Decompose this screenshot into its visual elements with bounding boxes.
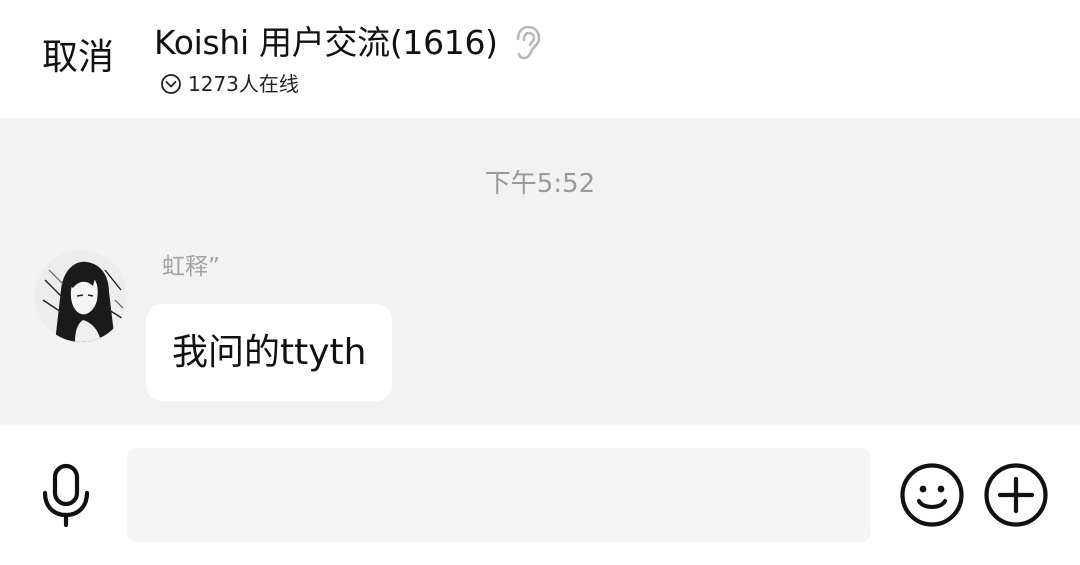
cancel-button[interactable]: 取消 bbox=[42, 36, 114, 80]
group-title[interactable]: Koishi 用户交流(1616) bbox=[154, 21, 498, 65]
online-count: 1273人在线 bbox=[188, 72, 299, 96]
ear-icon[interactable] bbox=[512, 25, 542, 61]
microphone-icon[interactable] bbox=[40, 463, 92, 528]
online-status[interactable]: 1273人在线 bbox=[160, 70, 299, 98]
message-text: 我问的ttyth bbox=[172, 331, 367, 373]
chat-header: 取消 Koishi 用户交流(1616) 1273人在线 bbox=[0, 0, 1080, 118]
sender-name: 虹释” bbox=[162, 254, 220, 280]
input-bar bbox=[0, 425, 1080, 565]
smiley-icon[interactable] bbox=[899, 462, 965, 528]
message-list[interactable]: 下午5:52 虹释” 我问的ttyth bbox=[0, 118, 1080, 425]
plus-circle-icon[interactable] bbox=[983, 462, 1049, 528]
message-timestamp: 下午5:52 bbox=[484, 169, 596, 199]
message-bubble[interactable]: 我问的ttyth bbox=[146, 304, 393, 401]
sender-avatar[interactable] bbox=[35, 250, 127, 342]
chevron-down-circle-icon bbox=[160, 73, 182, 95]
title-row: Koishi 用户交流(1616) bbox=[154, 20, 542, 66]
message-input[interactable] bbox=[127, 448, 871, 542]
